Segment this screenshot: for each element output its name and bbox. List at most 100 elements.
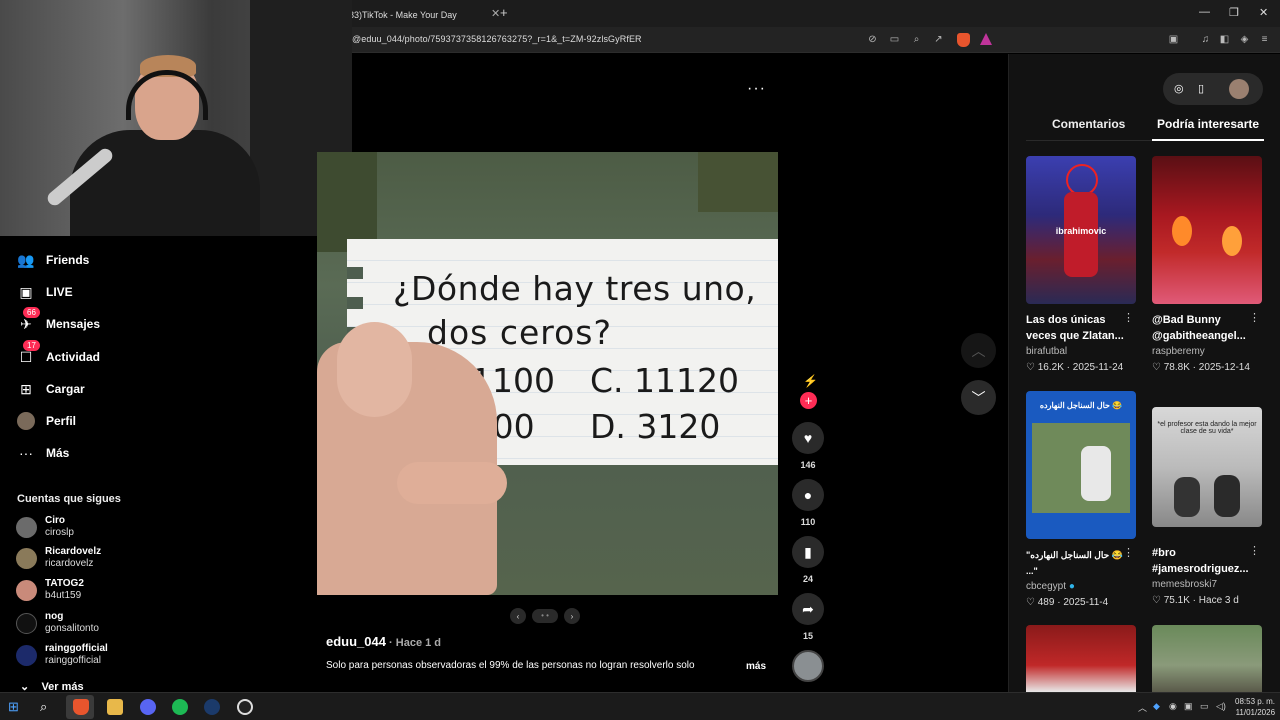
video-menu-icon[interactable]: ⋮ xyxy=(1123,311,1134,324)
following-item-tatog2[interactable]: TATOG2 b4ut159 xyxy=(16,578,84,602)
vpn-icon[interactable]: ◈ xyxy=(1238,33,1251,46)
tray-app-icon[interactable]: ◆ xyxy=(1153,701,1160,712)
follow-plus-button[interactable]: + xyxy=(800,392,817,409)
video-likes: 16.2K xyxy=(1037,362,1064,373)
sidebar-icon[interactable]: ▣ xyxy=(1167,33,1180,46)
minimize-button[interactable]: — xyxy=(1199,6,1210,18)
tray-app-icon[interactable]: ◉ xyxy=(1169,701,1177,712)
more-options-icon[interactable]: ··· xyxy=(747,80,766,98)
nav-friends[interactable]: 👥 Friends xyxy=(17,249,89,271)
music-icon[interactable]: ♫ xyxy=(1199,33,1212,46)
nav-more[interactable]: ··· Más xyxy=(17,442,69,464)
nav-label: Mensajes xyxy=(46,317,101,331)
video-menu-icon[interactable]: ⋮ xyxy=(1123,546,1134,559)
brave-browser-icon[interactable] xyxy=(73,699,89,715)
no-translate-icon[interactable]: ⊘ xyxy=(866,33,879,46)
close-window-button[interactable]: ✕ xyxy=(1259,6,1268,19)
spotify-icon[interactable] xyxy=(172,699,188,715)
windows-start-icon[interactable]: ⊞ xyxy=(8,699,24,715)
prev-photo-button[interactable]: ‹ xyxy=(510,608,526,624)
suggested-video[interactable] xyxy=(1152,625,1262,692)
nav-label: Perfil xyxy=(46,414,77,428)
steam-icon[interactable] xyxy=(204,699,220,715)
next-video-button[interactable]: ﹀ xyxy=(961,380,996,415)
phone-icon[interactable]: ▯ xyxy=(1198,82,1204,95)
caption-more-link[interactable]: más xyxy=(746,661,766,672)
like-button[interactable]: ♥ 146 xyxy=(792,422,824,470)
clock-time: 08:53 p. m. xyxy=(1235,697,1276,706)
obs-icon[interactable] xyxy=(237,699,253,715)
suggested-video[interactable]: ibrahimovic ⋮ Las dos únicas veces que Z… xyxy=(1026,156,1136,373)
video-menu-icon[interactable]: ⋮ xyxy=(1249,311,1260,324)
nav-live[interactable]: ▣ LIVE xyxy=(17,281,72,303)
split-view-icon[interactable]: ◧ xyxy=(1218,33,1231,46)
suggested-video[interactable]: ⋮ @Bad Bunny @gabitheeangel... raspberem… xyxy=(1152,156,1262,373)
clock[interactable]: 08:53 p. m. 11/01/2026 xyxy=(1235,696,1275,718)
nav-messages[interactable]: ✈ 66 Mensajes xyxy=(17,307,101,335)
more-icon: ··· xyxy=(19,445,33,461)
cast-icon[interactable]: ▭ xyxy=(888,33,901,46)
video-thumbnail: حال السناجل النهارده 😂 xyxy=(1026,391,1136,539)
bookmark-icon: ▮ xyxy=(792,536,824,568)
flame xyxy=(1222,226,1242,256)
brave-rewards-icon[interactable] xyxy=(980,33,992,45)
tab-comments[interactable]: Comentarios xyxy=(1052,117,1125,131)
brave-shields-icon[interactable] xyxy=(957,33,970,47)
option-c: C. 11120 xyxy=(590,361,739,400)
following-item-ciro[interactable]: Ciro ciroslp xyxy=(16,515,74,539)
following-item-nog[interactable]: nog gonsalitonto xyxy=(16,611,99,635)
tray-app-icon[interactable]: ▣ xyxy=(1184,701,1193,712)
following-item-rainggofficial[interactable]: rainggofficial rainggofficial xyxy=(16,643,108,667)
share-icon[interactable]: ↗ xyxy=(932,33,945,46)
file-explorer-icon[interactable] xyxy=(107,699,123,715)
suggested-video[interactable] xyxy=(1026,625,1136,692)
video-user-row: cbcegypt ● xyxy=(1026,581,1136,592)
new-tab-button[interactable]: + xyxy=(500,5,508,20)
creator-avatar-icon[interactable]: ⚡ xyxy=(803,374,818,388)
search-icon[interactable]: ⌕ xyxy=(40,699,56,715)
tray-chevron-icon[interactable]: ︿ xyxy=(1138,701,1147,714)
nav-profile[interactable]: Perfil xyxy=(17,410,76,432)
maximize-button[interactable]: ❐ xyxy=(1229,6,1239,19)
music-disc-icon[interactable] xyxy=(792,650,824,682)
friends-icon: 👥 xyxy=(17,251,35,268)
post-photo[interactable]: ¿Dónde hay tres uno, dos ceros? A. 11100… xyxy=(317,152,778,595)
video-user: raspberemy xyxy=(1152,346,1205,357)
suggested-video[interactable]: حال السناجل النهارده 😂 ⋮ "حال السناجل ال… xyxy=(1026,391,1136,608)
network-icon[interactable]: ▭ xyxy=(1200,701,1209,712)
zoom-icon[interactable]: ⌕ xyxy=(910,33,923,46)
riverbank-left xyxy=(317,152,377,252)
suggested-video[interactable]: *el profesor esta dando la mejor clase d… xyxy=(1152,407,1262,606)
comment-button[interactable]: ● 110 xyxy=(792,479,824,527)
nav-upload[interactable]: ⊞ Cargar xyxy=(17,378,85,400)
previous-video-button[interactable]: ︿ xyxy=(961,333,996,368)
discord-icon[interactable] xyxy=(140,699,156,715)
browser-tab[interactable]: (83)TikTok - Make Your Day ✕ xyxy=(346,2,516,27)
tab-suggested[interactable]: Podría interesarte xyxy=(1157,117,1259,131)
url-field[interactable]: @eduu_044/photo/7593737358126763275?_r=1… xyxy=(352,34,642,44)
photo-pager: ‹ • • › xyxy=(510,608,580,624)
menu-icon[interactable]: ≡ xyxy=(1258,33,1271,46)
following-name: nog xyxy=(45,611,64,622)
save-button[interactable]: ▮ 24 xyxy=(792,536,824,584)
nav-activity[interactable]: ☐ 17 Actividad xyxy=(17,340,100,368)
post-author[interactable]: eduu_044 · Hace 1 d xyxy=(326,634,441,649)
share-button[interactable]: ➦ 15 xyxy=(792,593,824,641)
compass-icon[interactable]: ◎ xyxy=(1174,82,1184,95)
thumb xyxy=(337,322,412,417)
volume-icon[interactable]: ◁) xyxy=(1216,701,1226,712)
video-menu-icon[interactable]: ⋮ xyxy=(1249,544,1260,557)
avatar[interactable] xyxy=(1229,79,1249,99)
video-likes: 78.8K xyxy=(1163,362,1190,373)
video-date: 2025-11-4 xyxy=(1063,597,1109,608)
next-photo-button[interactable]: › xyxy=(564,608,580,624)
following-name: Ciro xyxy=(45,515,65,526)
video-thumbnail: *el profesor esta dando la mejor clase d… xyxy=(1152,407,1262,527)
person-figure xyxy=(1174,477,1200,517)
video-likes: 489 xyxy=(1037,597,1055,608)
video-stats: ♡ 16.2K · 2025-11-24 xyxy=(1026,362,1124,373)
following-handle: gonsalitonto xyxy=(45,623,99,634)
tab-close-icon[interactable]: ✕ xyxy=(491,7,500,20)
following-item-ricardovelz[interactable]: Ricardovelz ricardovelz xyxy=(16,546,101,570)
heart-icon: ♥ xyxy=(792,422,824,454)
